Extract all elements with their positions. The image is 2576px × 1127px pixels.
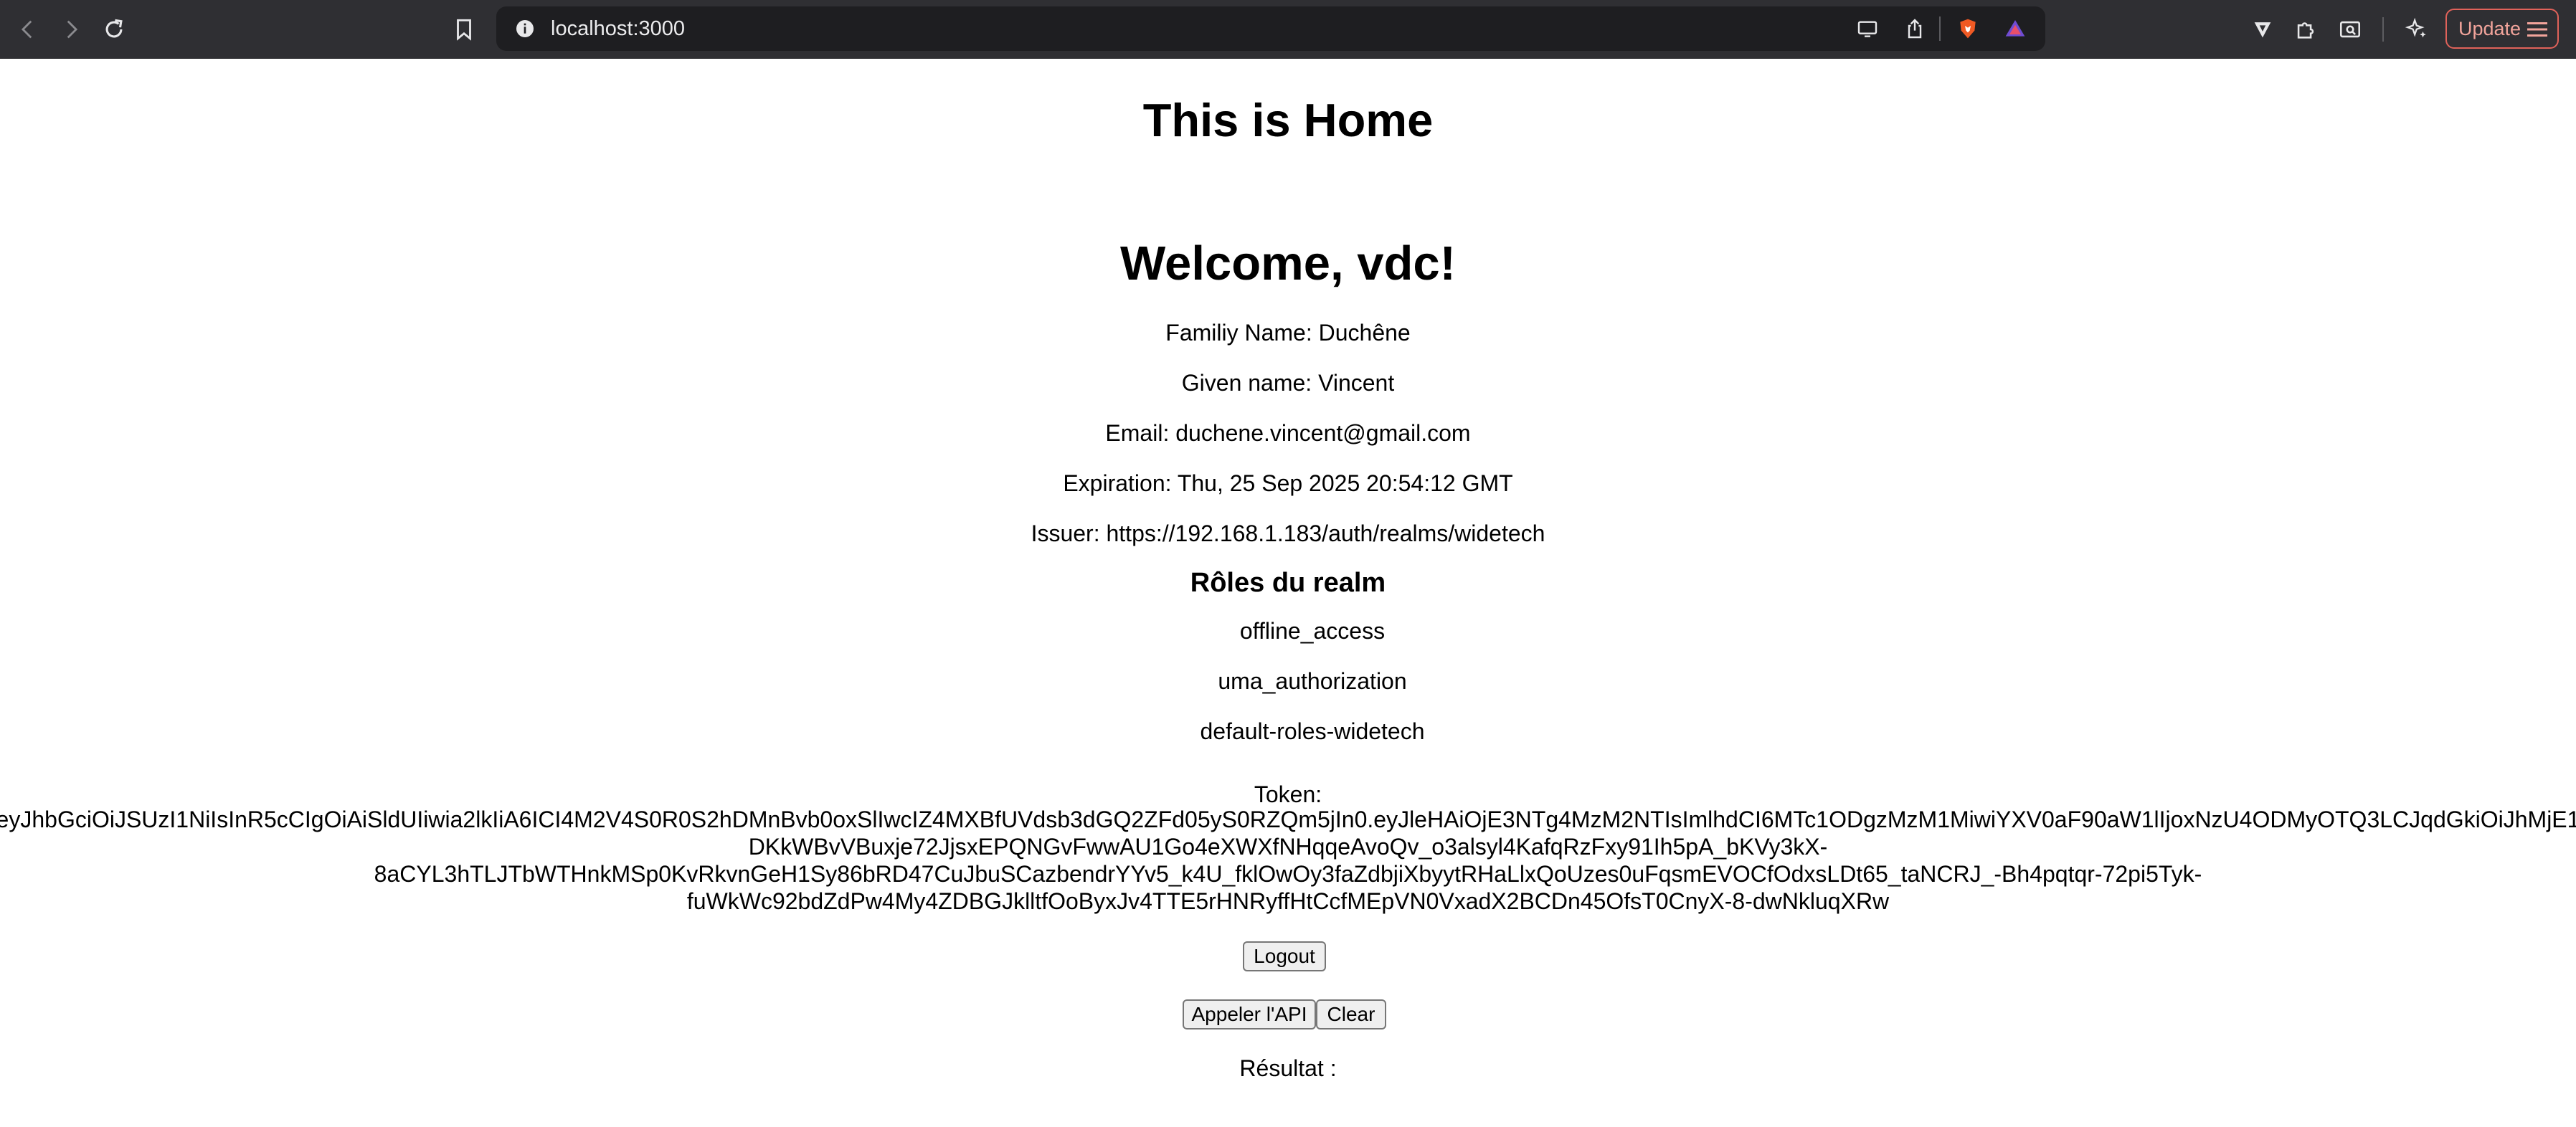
reload-icon [105, 19, 123, 38]
issuer-text: Issuer: https://192.168.1.183/auth/realm… [1031, 520, 1545, 546]
separator [2382, 17, 2384, 42]
reader-mode-icon [2339, 21, 2361, 38]
cast-icon [1857, 21, 1877, 37]
separator [1939, 16, 1941, 41]
share-icon [1908, 19, 1922, 39]
share-button[interactable] [1899, 13, 1931, 44]
extensions-button[interactable] [2286, 10, 2325, 49]
call-api-button[interactable]: Appeler l'API [1183, 999, 1316, 1029]
brave-shields-button[interactable] [1952, 13, 1984, 44]
puzzle-icon [2297, 22, 2314, 39]
sparkle-icon [2405, 17, 2426, 38]
given-name-text: Given name: Vincent [1181, 370, 1395, 396]
vpn-icon [2254, 22, 2271, 38]
result-label: Résultat : [1239, 1055, 1337, 1081]
browser-toolbar: localhost:3000 Update [0, 0, 2576, 59]
rewards-triangle-icon [2005, 20, 2025, 37]
expiration-text: Expiration: Thu, 25 Sep 2025 20:54:12 GM… [1063, 470, 1513, 496]
url-text[interactable]: localhost:3000 [551, 6, 685, 51]
info-icon [516, 20, 534, 37]
reader-mode-button[interactable] [2331, 10, 2369, 49]
forward-button[interactable] [52, 10, 90, 49]
address-bar[interactable]: localhost:3000 [496, 6, 2045, 51]
bookmark-button[interactable] [445, 10, 483, 49]
cast-button[interactable] [1852, 13, 1883, 44]
rewards-button[interactable] [1999, 13, 2031, 44]
family-name-text: Familiy Name: Duchêne [1165, 320, 1411, 346]
hamburger-icon [2527, 22, 2547, 37]
page-title: This is Home [1142, 94, 1434, 146]
role-item: offline_access [1239, 618, 1386, 644]
reload-button[interactable] [95, 10, 133, 49]
leo-ai-button[interactable] [2397, 10, 2436, 49]
vpn-button[interactable] [2243, 10, 2282, 49]
chevron-left-icon [21, 20, 32, 39]
update-menu-button[interactable]: Update [2445, 9, 2559, 49]
update-label: Update [2458, 17, 2521, 39]
role-item: uma_authorization [1218, 668, 1407, 694]
brave-shield-icon [1960, 19, 1976, 39]
role-item: default-roles-widetech [1200, 718, 1425, 744]
site-info-button[interactable] [509, 13, 541, 44]
roles-heading: Rôles du realm [1190, 568, 1386, 598]
token-value: eyJhbGciOiJSUzI1NiIsInR5cCIgOiAiSldUIiwi… [0, 807, 2576, 914]
welcome-heading: Welcome, vdc! [1120, 237, 1456, 290]
token-label: Token: [1254, 781, 1322, 807]
bookmark-icon [457, 19, 471, 41]
page-content: This is Home Welcome, vdc! Familiy Name:… [0, 59, 2576, 1127]
logout-button[interactable]: Logout [1243, 941, 1326, 971]
email-text: Email: duchene.vincent@gmail.com [1105, 420, 1471, 446]
back-button[interactable] [9, 10, 47, 49]
clear-button[interactable]: Clear [1316, 999, 1386, 1029]
chevron-right-icon [67, 20, 78, 39]
